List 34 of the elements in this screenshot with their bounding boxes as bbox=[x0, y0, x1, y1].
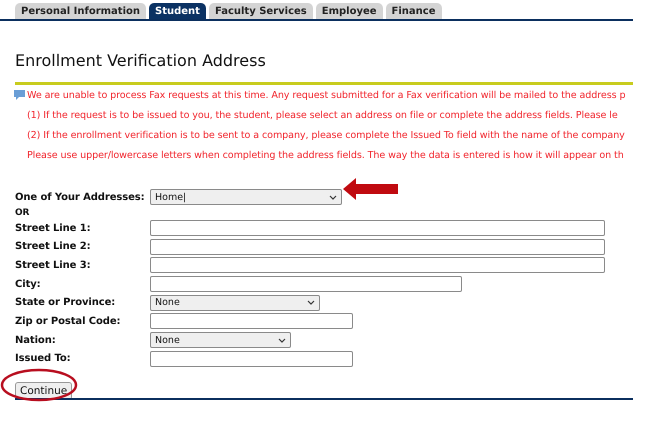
tab[interactable]: Personal Information bbox=[15, 3, 146, 19]
field-label: Street Line 1: bbox=[15, 222, 92, 234]
tab[interactable]: Finance bbox=[386, 3, 442, 19]
field-label: Street Line 3: bbox=[15, 260, 92, 271]
field-label: Nation: bbox=[15, 334, 57, 346]
field-label: OR bbox=[15, 208, 30, 218]
field-label: Street Line 2: bbox=[15, 241, 92, 252]
input-field[interactable] bbox=[150, 257, 605, 274]
dropdown[interactable]: None bbox=[150, 294, 320, 311]
page-title: Enrollment Verification Address bbox=[15, 51, 267, 70]
tab[interactable]: Faculty Services bbox=[208, 3, 313, 19]
input-field[interactable] bbox=[150, 220, 605, 236]
input-field[interactable] bbox=[150, 350, 353, 367]
dropdown[interactable]: Home| bbox=[150, 189, 342, 206]
annotation-arrow bbox=[343, 178, 398, 200]
notice-text: We are unable to process Fax requests at this time. Any request submitted for a Fax verification will be mailed to the address p bbox=[27, 90, 626, 101]
input-field[interactable] bbox=[150, 276, 462, 292]
chevron-icon bbox=[307, 300, 315, 306]
field-label: One of Your Addresses: bbox=[15, 192, 146, 203]
notice-text: (2) If the enrollment verification is to be sent to a company, please complete the Issued To field with the name of the company bbox=[27, 130, 625, 141]
chevron-icon bbox=[329, 194, 337, 200]
field-label: City: bbox=[15, 278, 42, 290]
input-field[interactable] bbox=[150, 238, 605, 255]
input-field[interactable] bbox=[150, 313, 353, 330]
field-label: State or Province: bbox=[15, 297, 116, 308]
dropdown[interactable]: None bbox=[150, 332, 291, 348]
notice-text: (1) If the request is to be issued to you, the student, please select an address on file or complete the address fields. Please le bbox=[27, 110, 618, 121]
field-label: Zip or Postal Code: bbox=[15, 316, 122, 327]
tab[interactable]: Employee bbox=[316, 3, 383, 19]
tab[interactable]: Student bbox=[149, 3, 206, 19]
notice-text: Please use upper/lowercase letters when completing the address fields. The way the data is entered is how it will appear on th bbox=[27, 150, 624, 161]
field-label: Issued To: bbox=[15, 353, 72, 364]
chevron-icon bbox=[278, 338, 286, 343]
comment-icon bbox=[14, 90, 25, 100]
